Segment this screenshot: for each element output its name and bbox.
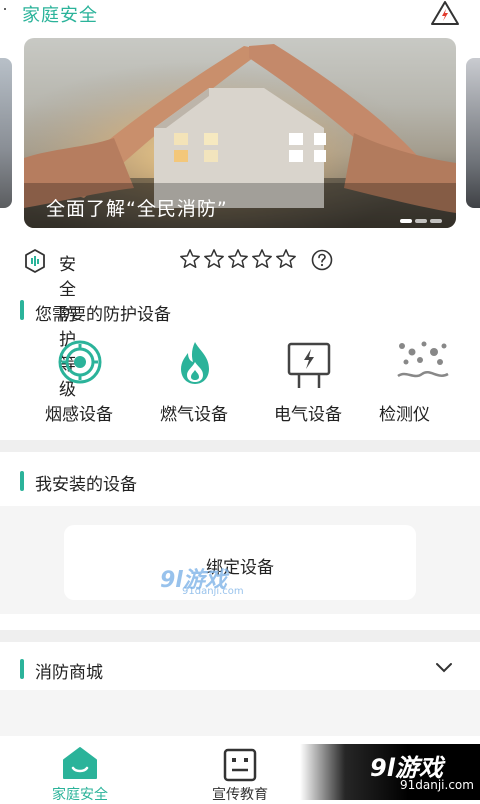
gas-flame-icon [181, 342, 209, 384]
star-icon [251, 248, 273, 272]
watermark-center: 9l游戏 91danji.com [160, 562, 260, 602]
section-divider [0, 630, 480, 642]
section-accent-bar [20, 300, 24, 320]
shield-icon [24, 248, 46, 274]
section-divider [0, 440, 480, 452]
device-item-detector[interactable]: 检测仪 [360, 340, 480, 430]
chevron-down-icon[interactable] [434, 660, 454, 674]
pagination-dot [430, 219, 442, 223]
electric-warning-icon[interactable] [430, 0, 460, 26]
pagination-dot [415, 219, 427, 223]
star-icon [275, 248, 297, 272]
section-accent-bar [20, 659, 24, 679]
watermark-corner: 9l游戏 91danji.com [300, 744, 480, 800]
star-icon [179, 248, 201, 272]
device-item-gas[interactable]: 燃气设备 [139, 340, 249, 430]
banner-prev-slide[interactable] [0, 58, 12, 208]
shop-content-area [0, 690, 480, 736]
banner-slide[interactable]: 全面了解“全民消防” [24, 38, 456, 228]
nav-label: 宣传教育 [212, 787, 268, 803]
watermark-url: 91danji.com [400, 778, 474, 792]
device-label: 烟感设备 [45, 405, 113, 425]
help-icon[interactable] [311, 249, 333, 271]
device-list: 烟感设备 燃气设备 电气设备 检测仪 [0, 340, 480, 435]
device-label: 燃气设备 [160, 405, 228, 425]
banner-pagination [397, 208, 442, 227]
page-title: 家庭安全 [22, 5, 98, 26]
section-title-shop: 消防商城 [35, 663, 103, 683]
nav-item-home-safety[interactable]: 家庭安全 [30, 736, 130, 803]
particle-detector-icon [397, 341, 449, 378]
star-icon [227, 248, 249, 272]
section-title-devices: 您需要的防护设备 [35, 305, 171, 325]
device-label: 检测仪 [379, 405, 430, 425]
status-dot [4, 8, 6, 10]
banner-next-slide[interactable] [466, 58, 480, 208]
electric-panel-icon [287, 342, 331, 388]
star-icon [203, 248, 225, 272]
education-icon [223, 748, 257, 782]
device-item-electric[interactable]: 电气设备 [253, 340, 363, 430]
section-accent-bar [20, 471, 24, 491]
device-label: 电气设备 [274, 405, 342, 425]
watermark-url: 91danji.com [182, 586, 244, 597]
smoke-detector-icon [58, 340, 102, 384]
pagination-dot-active [400, 219, 412, 223]
home-icon [63, 747, 97, 779]
banner-caption: 全面了解“全民消防” [46, 198, 228, 220]
device-item-smoke[interactable]: 烟感设备 [24, 340, 134, 430]
nav-label: 家庭安全 [52, 787, 108, 803]
section-title-installed: 我安装的设备 [35, 475, 137, 495]
nav-item-education[interactable]: 宣传教育 [190, 736, 290, 803]
